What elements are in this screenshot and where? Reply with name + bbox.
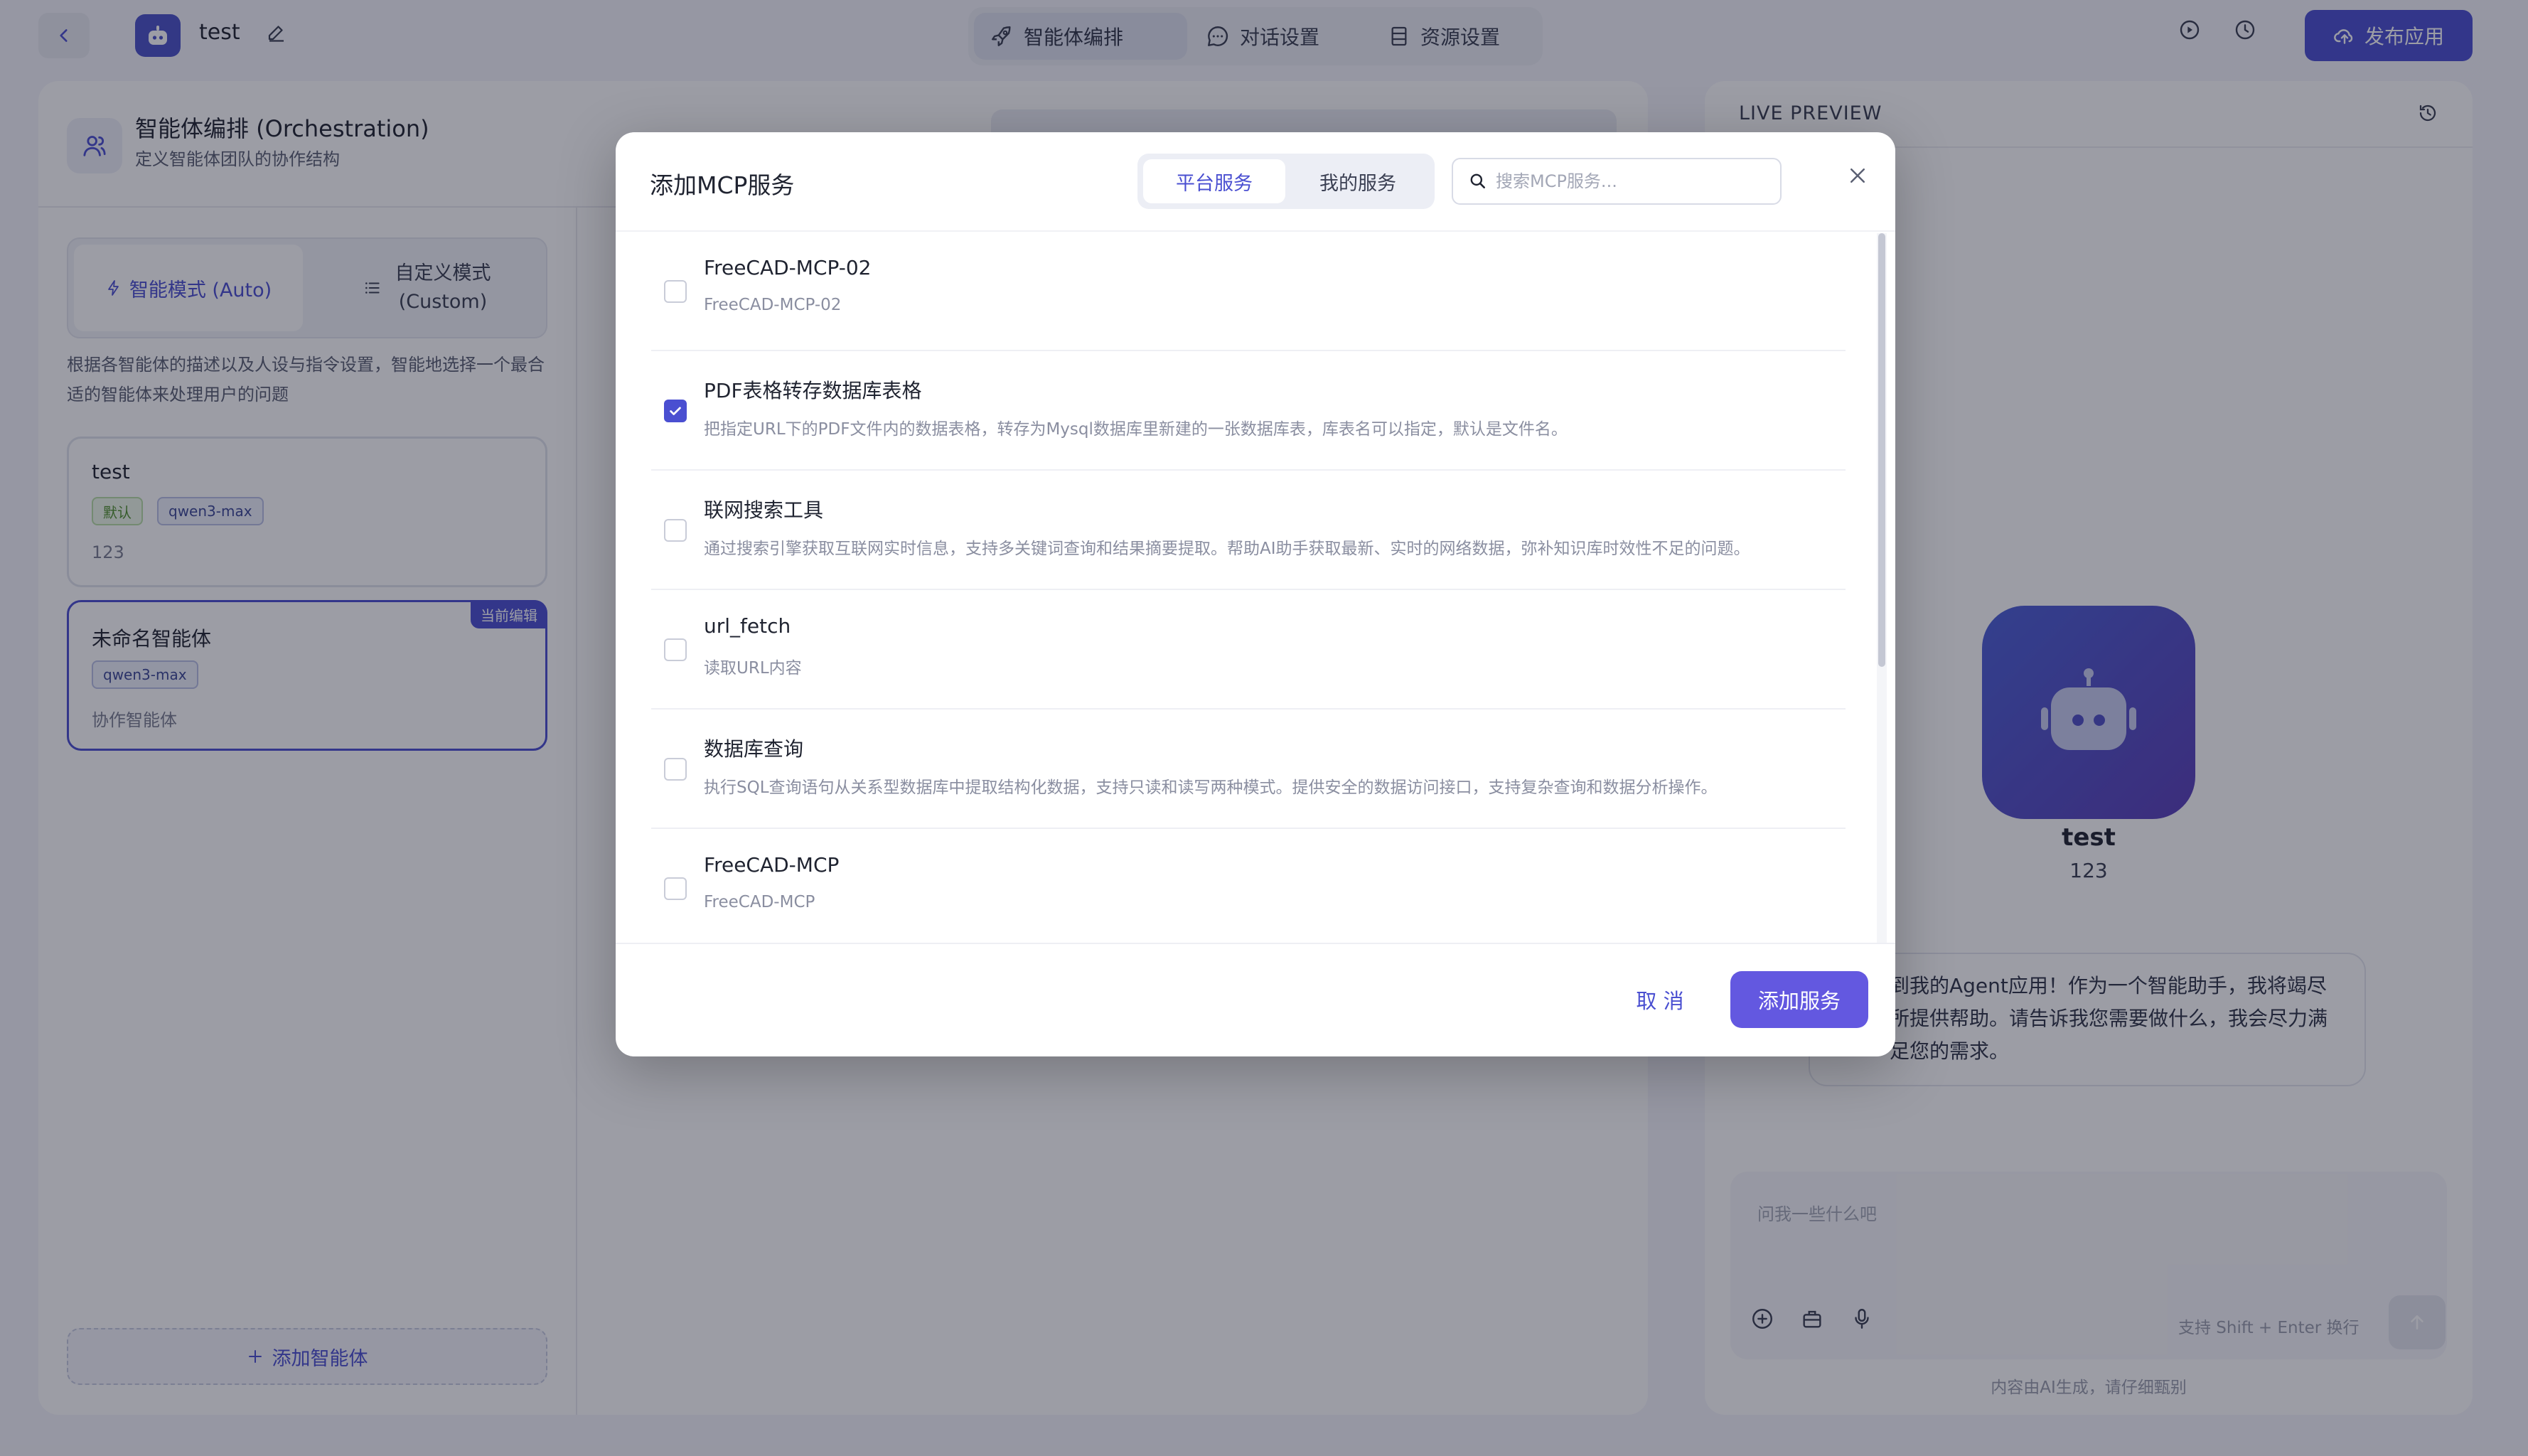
service-name: FreeCAD-MCP [704, 853, 840, 877]
service-list-scrollbar[interactable] [1877, 233, 1887, 943]
service-name: 数据库查询 [704, 737, 804, 761]
tab-platform-services[interactable]: 平台服务 [1143, 159, 1285, 203]
service-checkbox[interactable] [664, 400, 687, 422]
cancel-button[interactable]: 取 消 [1614, 973, 1706, 1027]
search-box [1452, 158, 1782, 205]
tab-my-services[interactable]: 我的服务 [1287, 159, 1429, 203]
scrollbar-thumb[interactable] [1878, 233, 1885, 667]
service-item[interactable]: PDF表格转存数据库表格 把指定URL下的PDF文件内的数据表格，转存为Mysq… [651, 351, 1846, 471]
close-icon [1851, 168, 1865, 183]
search-input[interactable] [1496, 171, 1766, 191]
service-description: FreeCAD-MCP [704, 893, 815, 911]
add-service-button[interactable]: 添加服务 [1730, 971, 1868, 1028]
service-item[interactable]: 数据库查询 执行SQL查询语句从关系型数据库中提取结构化数据，支持只读和读写两种… [651, 710, 1846, 829]
service-item[interactable]: 联网搜索工具 通过搜索引擎获取互联网实时信息，支持多关键词查询和结果摘要提取。帮… [651, 471, 1846, 590]
modal-tabs: 平台服务 我的服务 [1137, 154, 1435, 209]
service-checkbox[interactable] [664, 280, 687, 303]
service-description: 执行SQL查询语句从关系型数据库中提取结构化数据，支持只读和读写两种模式。提供安… [704, 778, 1718, 797]
modal-title: 添加MCP服务 [650, 171, 795, 199]
service-description: 通过搜索引擎获取互联网实时信息，支持多关键词查询和结果摘要提取。帮助AI助手获取… [704, 540, 1750, 558]
service-name: FreeCAD-MCP-02 [704, 256, 872, 279]
service-checkbox[interactable] [664, 519, 687, 542]
service-description: 把指定URL下的PDF文件内的数据表格，转存为Mysql数据库里新建的一张数据库… [704, 420, 1568, 439]
service-name: 联网搜索工具 [704, 498, 824, 522]
service-description: FreeCAD-MCP-02 [704, 296, 842, 314]
service-checkbox[interactable] [664, 638, 687, 661]
search-icon [1470, 173, 1485, 188]
service-checkbox[interactable] [664, 877, 687, 900]
close-button[interactable] [1840, 158, 1875, 193]
service-item[interactable]: url_fetch 读取URL内容 [651, 590, 1846, 710]
service-list: FreeCAD-MCP-02 FreeCAD-MCP-02 PDF表格转存数据库… [651, 232, 1846, 943]
add-mcp-modal: 添加MCP服务 平台服务 我的服务 FreeCAD-MCP-02 FreeCAD… [616, 132, 1895, 1056]
app-root: test 智能体编排 对话设置 资源设置 发布应用 智能体编排 (Orchest… [0, 0, 2528, 1456]
service-name: PDF表格转存数据库表格 [704, 379, 922, 402]
service-item[interactable]: FreeCAD-MCP-02 FreeCAD-MCP-02 [651, 232, 1846, 351]
modal-footer-divider [616, 943, 1895, 944]
service-item[interactable]: FreeCAD-MCP FreeCAD-MCP [651, 829, 1846, 943]
service-checkbox[interactable] [664, 758, 687, 781]
service-description: 读取URL内容 [704, 659, 802, 678]
service-name: url_fetch [704, 614, 791, 638]
check-icon [670, 407, 681, 415]
